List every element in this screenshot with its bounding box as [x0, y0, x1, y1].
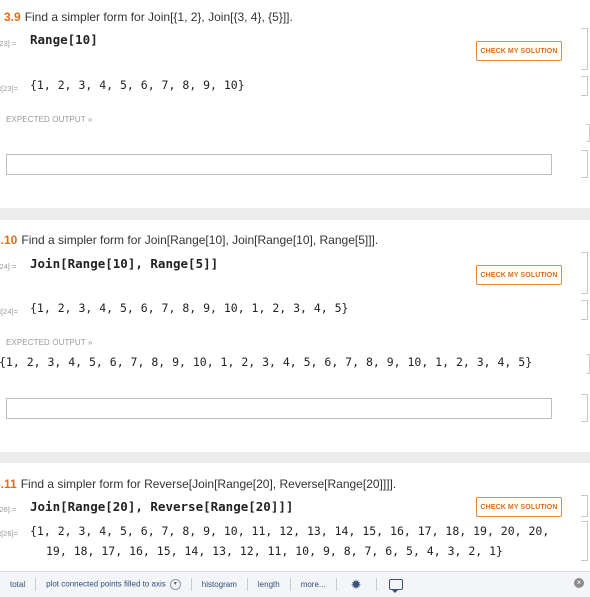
question-header: 3.9 Find a simpler form for Join[{1, 2}, … [4, 10, 293, 24]
question-number: 3.9 [4, 10, 21, 24]
exercise-3-11: 3.11Find a simpler form for Reverse[Join… [0, 463, 590, 571]
question-prompt: Find a simpler form for Reverse[Join[Ran… [20, 477, 397, 491]
output-line: 19, 18, 17, 16, 15, 14, 13, 12, 11, 10, … [46, 544, 503, 558]
question-number: 3.10 [0, 233, 18, 247]
check-solution-button[interactable]: CHECK MY SOLUTION [476, 41, 562, 61]
exercise-3-9: 3.9 Find a simpler form for Join[{1, 2}, … [0, 0, 590, 208]
separator [0, 452, 590, 463]
cell-bracket[interactable] [581, 150, 588, 178]
cell-bracket[interactable] [581, 28, 588, 70]
output-cell: {1, 2, 3, 4, 5, 6, 7, 8, 9, 10, 1, 2, 3,… [30, 301, 349, 315]
expected-output-toggle[interactable]: EXPECTED OUTPUT » [6, 338, 92, 347]
suggestion-total[interactable]: total [0, 580, 35, 589]
input-cell[interactable]: Range[10] [30, 32, 98, 47]
cell-bracket[interactable] [581, 495, 588, 517]
output-cell: {1, 2, 3, 4, 5, 6, 7, 8, 9, 10, 11, 12, … [30, 521, 549, 561]
divider [375, 578, 377, 591]
expected-output-toggle[interactable]: EXPECTED OUTPUT » [6, 115, 92, 124]
cell-bracket[interactable] [586, 354, 590, 374]
question-header: 3.10Find a simpler form for Join[Range[1… [0, 233, 378, 247]
input-cell[interactable]: Join[Range[20], Reverse[Range[20]]] [30, 499, 293, 514]
suggestion-plot[interactable]: plot connected points filled to axis ▾ [36, 579, 191, 590]
input-cell[interactable]: Join[Range[10], Range[5]] [30, 256, 218, 271]
cell-bracket[interactable] [581, 521, 588, 561]
suggestions-bar: total plot connected points filled to ax… [0, 571, 590, 597]
gear-icon[interactable]: ✹ [337, 577, 376, 593]
question-prompt: Find a simpler form for Join[{1, 2}, Joi… [24, 10, 293, 24]
output-line: {1, 2, 3, 4, 5, 6, 7, 8, 9, 10, 11, 12, … [30, 524, 550, 538]
close-icon[interactable]: × [574, 578, 584, 588]
cell-bracket[interactable] [586, 124, 590, 142]
cell-bracket[interactable] [581, 76, 588, 96]
input-label: In[23]:= [0, 39, 17, 48]
output-cell: {1, 2, 3, 4, 5, 6, 7, 8, 9, 10} [30, 78, 245, 92]
suggestion-plot-label: plot connected points filled to axis [46, 579, 166, 589]
cell-bracket[interactable] [581, 252, 588, 294]
check-solution-button[interactable]: CHECK MY SOLUTION [476, 265, 562, 285]
question-header: 3.11Find a simpler form for Reverse[Join… [0, 477, 396, 491]
chevron-down-icon[interactable]: ▾ [169, 579, 181, 590]
input-label: In[26]:= [0, 505, 17, 514]
question-prompt: Find a simpler form for Join[Range[10], … [21, 233, 379, 247]
cell-bracket[interactable] [581, 300, 588, 320]
input-label: In[24]:= [0, 262, 17, 271]
exercise-3-10: 3.10Find a simpler form for Join[Range[1… [0, 220, 590, 452]
cell-bracket[interactable] [581, 394, 588, 422]
chat-icon[interactable] [388, 579, 403, 593]
suggestion-length[interactable]: length [248, 580, 290, 589]
suggestion-more[interactable]: more... [291, 580, 336, 589]
answer-input[interactable] [6, 398, 552, 419]
suggestion-histogram[interactable]: histogram [192, 580, 247, 589]
question-number: 3.11 [0, 477, 17, 491]
expected-output-value: {1, 2, 3, 4, 5, 6, 7, 8, 9, 10, 1, 2, 3,… [0, 355, 533, 369]
output-label: Out[26]= [0, 529, 18, 538]
check-solution-button[interactable]: CHECK MY SOLUTION [476, 497, 562, 517]
output-label: Out[24]= [0, 307, 18, 316]
output-label: Out[23]= [0, 84, 18, 93]
answer-input[interactable] [6, 154, 552, 175]
separator [0, 208, 590, 220]
